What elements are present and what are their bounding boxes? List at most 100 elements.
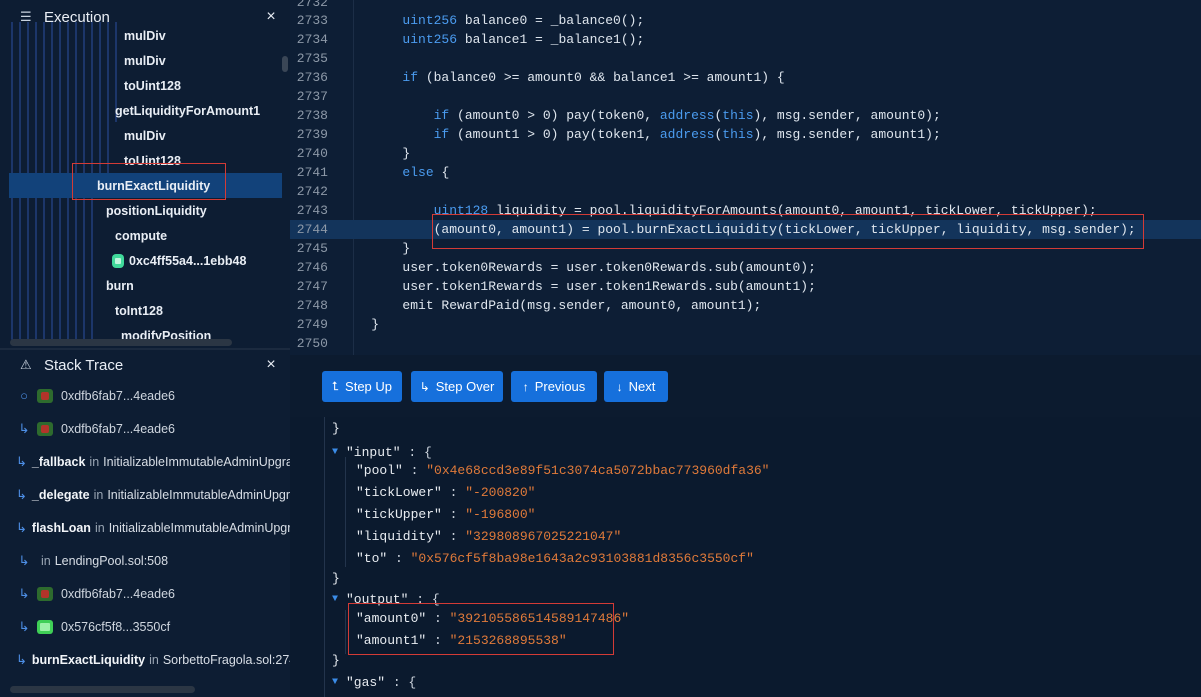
- code-line: 2742: [290, 182, 1201, 201]
- json-gas-node[interactable]: ▼ "gas" : {: [332, 671, 416, 693]
- warning-icon: ⚠: [20, 357, 32, 372]
- next-button[interactable]: ↓ Next: [604, 371, 668, 402]
- step-up-label: Step Up: [345, 379, 393, 394]
- tree-item-label: toInt128: [115, 303, 163, 318]
- close-icon[interactable]: ×: [262, 356, 280, 374]
- expand-triangle-icon[interactable]: ▼: [332, 594, 346, 605]
- json-viewer: } ▼ "input" : { "pool" : "0x4e68ccd3e89f…: [290, 417, 1201, 697]
- json-value: "329808967025221047": [465, 528, 622, 544]
- line-number: 2741: [296, 165, 328, 180]
- code-text: emit RewardPaid(msg.sender, amount0, amo…: [340, 298, 762, 313]
- arrow-down-icon: ↓: [616, 379, 623, 394]
- step-up-button[interactable]: ⮤ Step Up: [322, 371, 402, 402]
- code-text: }: [340, 241, 411, 256]
- arrow-up-icon: ↑: [522, 379, 529, 394]
- tree-item-muldiv[interactable]: mulDiv: [0, 48, 282, 73]
- return-arrow-icon: ↳: [18, 552, 30, 568]
- code-line: 2738 if (amount0 > 0) pay(token0, addres…: [290, 106, 1201, 125]
- left-sidebar: ☰ Execution × mulDiv mulDiv toUint128 ge…: [0, 0, 290, 697]
- stack-frame[interactable]: ○ 0xdfb6fab7...4eade6: [0, 379, 290, 412]
- tree-item-label: burn: [106, 278, 134, 293]
- stack-frame-address: 0xdfb6fab7...4eade6: [61, 388, 175, 403]
- step-over-icon: ↳: [419, 379, 430, 394]
- json-indent-guide: [345, 457, 346, 567]
- tree-item-label: positionLiquidity: [106, 203, 207, 218]
- stack-frame[interactable]: ↳ flashLoan in InitializableImmutableAdm…: [0, 511, 290, 544]
- stack-frame-in: in: [149, 652, 159, 667]
- highlight-box-tree: [72, 163, 226, 200]
- stack-frame[interactable]: ↳ in LendingPool.sol:508: [0, 544, 290, 577]
- stack-frame-address: 0xdfb6fab7...4eade6: [61, 586, 175, 601]
- tree-item-muldiv[interactable]: mulDiv: [0, 123, 282, 148]
- highlight-box-code: [432, 214, 1144, 249]
- tree-item-toint128[interactable]: toInt128: [0, 298, 282, 323]
- debug-toolbar: ⮤ Step Up ↳ Step Over ↑ Previous ↓ Next: [290, 355, 1201, 417]
- stack-frame-function: flashLoan: [31, 520, 91, 535]
- return-arrow-icon: ↳: [18, 420, 30, 436]
- code-text: if (amount1 > 0) pay(token1, address(thi…: [433, 127, 941, 142]
- tree-item-positionliquidity[interactable]: positionLiquidity: [0, 198, 282, 223]
- line-number: 2746: [296, 260, 328, 275]
- stack-trace-horizontal-scrollbar[interactable]: [10, 686, 195, 693]
- code-text: else {: [402, 165, 450, 180]
- stack-frame[interactable]: ↳ 0xdfb6fab7...4eade6: [0, 577, 290, 610]
- step-over-label: Step Over: [435, 379, 495, 394]
- line-number: 2747: [296, 279, 328, 294]
- tree-item-muldiv[interactable]: mulDiv: [0, 23, 282, 48]
- json-brace: }: [332, 652, 340, 668]
- json-entry-liquidity: "liquidity" : "329808967025221047": [356, 528, 622, 544]
- stack-frame-address: 0xdfb6fab7...4eade6: [61, 421, 175, 436]
- contract-avatar-icon: [37, 388, 53, 403]
- stack-frame[interactable]: ↳ _delegate in InitializableImmutableAdm…: [0, 478, 290, 511]
- return-arrow-icon: ↳: [16, 651, 27, 667]
- json-indent-guide: [345, 610, 346, 654]
- contract-avatar-icon: [37, 619, 53, 634]
- json-value: "0x4e68ccd3e89f51c3074ca5072bbac773960df…: [426, 462, 770, 478]
- tree-item-compute[interactable]: compute: [0, 223, 282, 248]
- json-entry-pool: "pool" : "0x4e68ccd3e89f51c3074ca5072bba…: [356, 462, 770, 478]
- stack-frame-in: in: [41, 553, 51, 568]
- line-number: 2735: [296, 51, 328, 66]
- tree-item-address[interactable]: 0xc4ff55a4...1ebb48: [0, 248, 282, 273]
- execution-horizontal-scrollbar[interactable]: [10, 339, 232, 346]
- stack-frame[interactable]: ↳ _fallback in InitializableImmutableAdm…: [0, 445, 290, 478]
- code-line: 2736 if (balance0 >= amount0 && balance1…: [290, 68, 1201, 87]
- tree-item-label: mulDiv: [124, 53, 166, 68]
- contract-avatar-icon: [112, 253, 124, 268]
- line-number: 2740: [296, 146, 328, 161]
- previous-button[interactable]: ↑ Previous: [511, 371, 597, 402]
- code-line: 2740 }: [290, 144, 1201, 163]
- line-number: 2732: [296, 0, 328, 10]
- code-text: user.token0Rewards = user.token0Rewards.…: [340, 260, 816, 275]
- return-arrow-icon: ↳: [16, 519, 27, 535]
- stack-frame-address: 0x576cf5f8...3550cf: [61, 619, 171, 634]
- stack-frame-file: InitializableImmutableAdminUpgradeabilit…: [103, 454, 290, 469]
- expand-triangle-icon[interactable]: ▼: [332, 677, 346, 688]
- code-line: 2737: [290, 87, 1201, 106]
- stack-frame[interactable]: ↳ burnExactLiquidity in SorbettoFragola.…: [0, 643, 290, 676]
- stack-trace-panel-header: ⚠ Stack Trace ×: [0, 350, 290, 380]
- tree-item-getliquidityforamount1[interactable]: getLiquidityForAmount1: [0, 98, 282, 123]
- source-code-pane: 2732 2733 uint256 balance0 = _balance0()…: [290, 0, 1201, 355]
- contract-avatar-icon: [37, 586, 53, 601]
- stack-frame[interactable]: ↳ 0xdfb6fab7...4eade6: [0, 412, 290, 445]
- line-number: 2738: [296, 108, 328, 123]
- step-over-button[interactable]: ↳ Step Over: [411, 371, 503, 402]
- code-line: 2749 }: [290, 315, 1201, 334]
- code-line: 2746 user.token0Rewards = user.token0Rew…: [290, 258, 1201, 277]
- tree-item-label: getLiquidityForAmount1: [115, 103, 261, 118]
- return-arrow-icon: ↳: [18, 585, 30, 601]
- expand-triangle-icon[interactable]: ▼: [332, 447, 346, 458]
- tree-item-touint128[interactable]: toUint128: [0, 73, 282, 98]
- tree-item-burn[interactable]: burn: [0, 273, 282, 298]
- code-text: }: [340, 317, 380, 332]
- stack-frame-in: in: [89, 454, 100, 469]
- stack-frame-function: _fallback: [31, 454, 86, 469]
- stack-frame[interactable]: ↳ 0x576cf5f8...3550cf: [0, 610, 290, 643]
- execution-vertical-scrollbar[interactable]: [282, 56, 288, 72]
- stack-frame-function: _delegate: [31, 487, 90, 502]
- code-line: 2739 if (amount1 > 0) pay(token1, addres…: [290, 125, 1201, 144]
- code-line: 2747 user.token1Rewards = user.token1Rew…: [290, 277, 1201, 296]
- code-text: uint256 balance1 = _balance1();: [402, 32, 645, 47]
- stack-frame-function: burnExactLiquidity: [31, 652, 146, 667]
